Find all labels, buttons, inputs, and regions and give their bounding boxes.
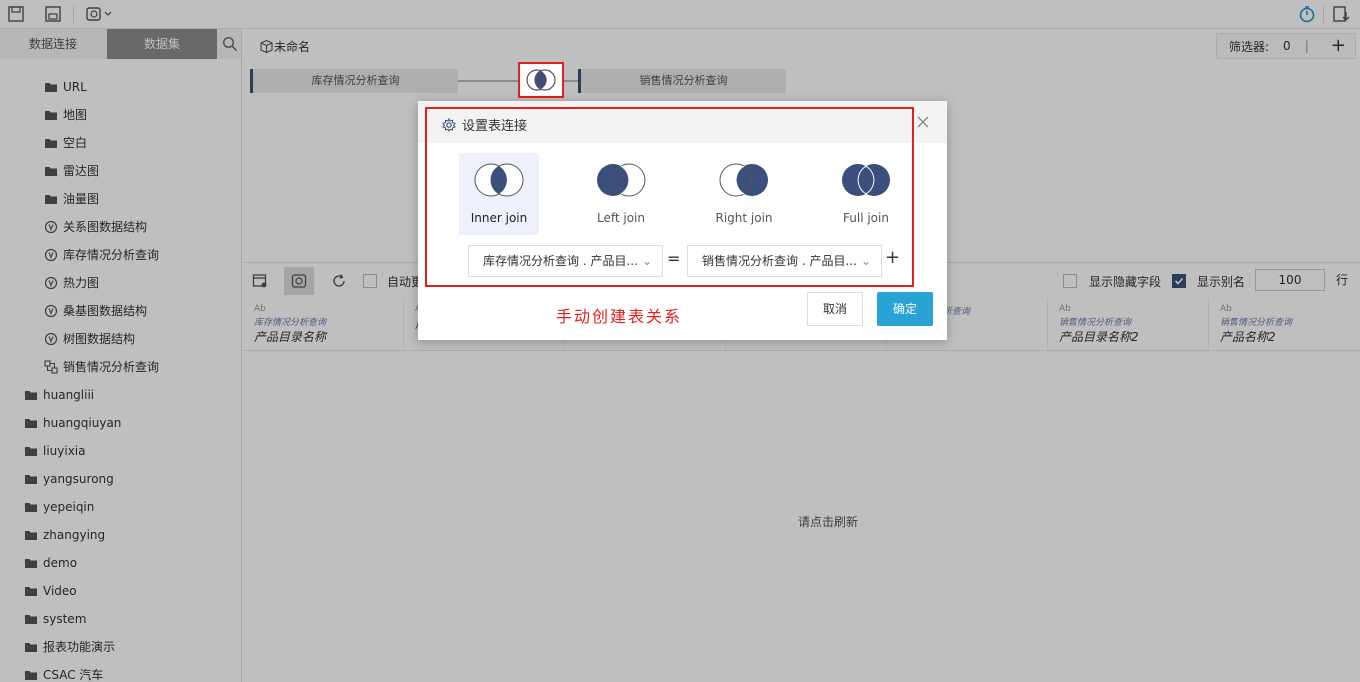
close-icon[interactable] xyxy=(916,115,930,129)
join-option-full-join[interactable]: Full join xyxy=(826,153,906,235)
inner-join-icon xyxy=(474,163,524,197)
cancel-button[interactable]: 取消 xyxy=(807,292,863,326)
join-dialog: 设置表连接 Inner join Left join Right join Full … xyxy=(418,101,947,340)
join-option-label: Right join xyxy=(715,211,773,225)
right-field-value: 销售情况分析查询 . 产品目... xyxy=(702,254,857,268)
left-field-select[interactable]: 库存情况分析查询 . 产品目... ⌄ xyxy=(468,245,663,277)
join-indicator[interactable] xyxy=(518,62,564,98)
join-option-label: Full join xyxy=(843,211,889,225)
annotation-text: 手动创建表关系 xyxy=(556,307,683,326)
join-option-label: Inner join xyxy=(470,211,528,225)
join-option-label: Left join xyxy=(596,211,645,225)
chevron-down-icon: ⌄ xyxy=(860,254,871,268)
chevron-down-icon: ⌄ xyxy=(641,254,652,268)
full-join-icon xyxy=(842,164,890,196)
right-field-select[interactable]: 销售情况分析查询 . 产品目... ⌄ xyxy=(687,245,882,277)
left-join-icon xyxy=(597,163,646,197)
right-join-icon xyxy=(719,163,768,197)
inner-join-mini-icon xyxy=(526,69,556,91)
left-field-value: 库存情况分析查询 . 产品目... xyxy=(483,254,638,268)
add-condition-button[interactable]: + xyxy=(885,247,900,268)
equals-sign: = xyxy=(667,249,681,268)
confirm-button[interactable]: 确定 xyxy=(877,292,933,326)
join-option-inner-join[interactable]: Inner join xyxy=(459,153,539,235)
join-option-left-join[interactable]: Left join xyxy=(581,153,661,235)
join-option-right-join[interactable]: Right join xyxy=(704,153,784,235)
